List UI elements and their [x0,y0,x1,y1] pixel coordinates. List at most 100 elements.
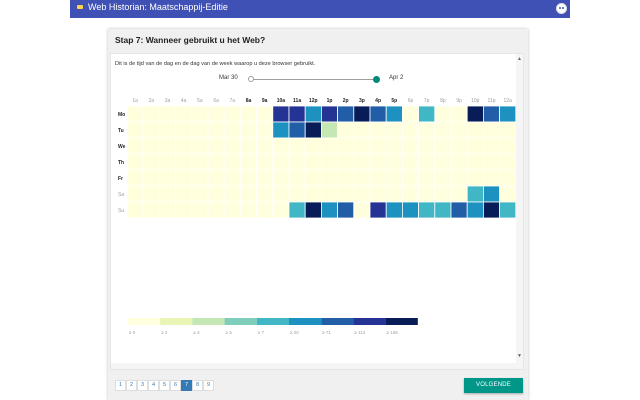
heatmap-cell[interactable] [304,153,322,171]
heatmap-cell[interactable] [369,169,387,187]
heatmap-cell[interactable] [288,169,306,187]
heatmap-cell[interactable] [175,105,193,123]
heatmap-cell[interactable] [239,153,257,171]
heatmap-cell[interactable] [418,169,436,187]
heatmap-cell[interactable] [320,121,338,139]
heatmap-cell[interactable] [499,169,517,187]
heatmap-cell[interactable] [482,153,500,171]
heatmap-cell[interactable] [223,169,241,187]
heatmap-cell[interactable] [272,105,290,123]
heatmap-cell[interactable] [385,153,403,171]
heatmap-cell[interactable] [256,201,274,219]
heatmap-cell[interactable] [353,185,371,203]
heatmap-cell[interactable] [320,153,338,171]
page-link[interactable]: 4 [148,380,159,391]
heatmap-cell[interactable] [126,201,144,219]
vertical-scrollbar[interactable]: ▲ ▼ [516,54,523,369]
heatmap-cell[interactable] [223,201,241,219]
heatmap-cell[interactable] [304,185,322,203]
heatmap-cell[interactable] [223,121,241,139]
heatmap-cell[interactable] [385,105,403,123]
heatmap-cell[interactable] [191,105,209,123]
heatmap-cell[interactable] [239,201,257,219]
heatmap-cell[interactable] [434,201,452,219]
heatmap-cell[interactable] [207,185,225,203]
heatmap-cell[interactable] [191,137,209,155]
heatmap-cell[interactable] [353,105,371,123]
page-link[interactable]: 2 [126,380,137,391]
heatmap-cell[interactable] [272,153,290,171]
heatmap-cell[interactable] [482,121,500,139]
heatmap-cell[interactable] [450,153,468,171]
heatmap-cell[interactable] [304,201,322,219]
heatmap-cell[interactable] [482,185,500,203]
heatmap-cell[interactable] [466,185,484,203]
heatmap-cell[interactable] [191,153,209,171]
heatmap-cell[interactable] [482,169,500,187]
heatmap-cell[interactable] [304,169,322,187]
heatmap-cell[interactable] [337,185,355,203]
heatmap-cell[interactable] [450,185,468,203]
heatmap-cell[interactable] [499,153,517,171]
page-link[interactable]: 3 [137,380,148,391]
heatmap-cell[interactable] [126,185,144,203]
heatmap-cell[interactable] [353,153,371,171]
heatmap-cell[interactable] [418,105,436,123]
heatmap-cell[interactable] [434,105,452,123]
heatmap-cell[interactable] [207,105,225,123]
heatmap-cell[interactable] [434,185,452,203]
heatmap-cell[interactable] [385,169,403,187]
heatmap-cell[interactable] [434,153,452,171]
heatmap-cell[interactable] [159,169,177,187]
heatmap-cell[interactable] [450,121,468,139]
heatmap-cell[interactable] [272,169,290,187]
heatmap-cell[interactable] [499,105,517,123]
heatmap-cell[interactable] [401,137,419,155]
heatmap-cell[interactable] [450,105,468,123]
heatmap-cell[interactable] [401,153,419,171]
next-button[interactable]: VOLGENDE [464,378,523,393]
heatmap-cell[interactable] [304,137,322,155]
heatmap-cell[interactable] [142,201,160,219]
heatmap-cell[interactable] [353,121,371,139]
heatmap-cell[interactable] [320,201,338,219]
heatmap-cell[interactable] [239,105,257,123]
page-link[interactable]: 8 [192,380,203,391]
heatmap-cell[interactable] [482,105,500,123]
heatmap-cell[interactable] [385,185,403,203]
scroll-up-icon[interactable]: ▲ [517,56,522,62]
heatmap-cell[interactable] [142,121,160,139]
heatmap-cell[interactable] [320,185,338,203]
heatmap-cell[interactable] [256,169,274,187]
heatmap-cell[interactable] [466,121,484,139]
heatmap-cell[interactable] [256,185,274,203]
heatmap-cell[interactable] [288,185,306,203]
heatmap-cell[interactable] [320,137,338,155]
heatmap-cell[interactable] [191,201,209,219]
heatmap-cell[interactable] [272,137,290,155]
heatmap-cell[interactable] [450,201,468,219]
heatmap-cell[interactable] [499,137,517,155]
heatmap-cell[interactable] [434,121,452,139]
heatmap-cell[interactable] [159,137,177,155]
heatmap-cell[interactable] [126,153,144,171]
heatmap-cell[interactable] [175,201,193,219]
heatmap-cell[interactable] [175,137,193,155]
heatmap-cell[interactable] [288,137,306,155]
heatmap-cell[interactable] [142,153,160,171]
heatmap-cell[interactable] [256,137,274,155]
heatmap-cell[interactable] [207,137,225,155]
heatmap-cell[interactable] [272,185,290,203]
heatmap-cell[interactable] [418,201,436,219]
heatmap-cell[interactable] [466,201,484,219]
heatmap-cell[interactable] [418,121,436,139]
heatmap-cell[interactable] [175,185,193,203]
scroll-down-icon[interactable]: ▼ [517,353,522,359]
horizontal-scrollbar[interactable] [111,363,523,369]
heatmap-cell[interactable] [223,153,241,171]
heatmap-cell[interactable] [320,169,338,187]
heatmap-cell[interactable] [401,121,419,139]
heatmap-cell[interactable] [369,121,387,139]
heatmap-cell[interactable] [288,201,306,219]
heatmap-cell[interactable] [369,137,387,155]
